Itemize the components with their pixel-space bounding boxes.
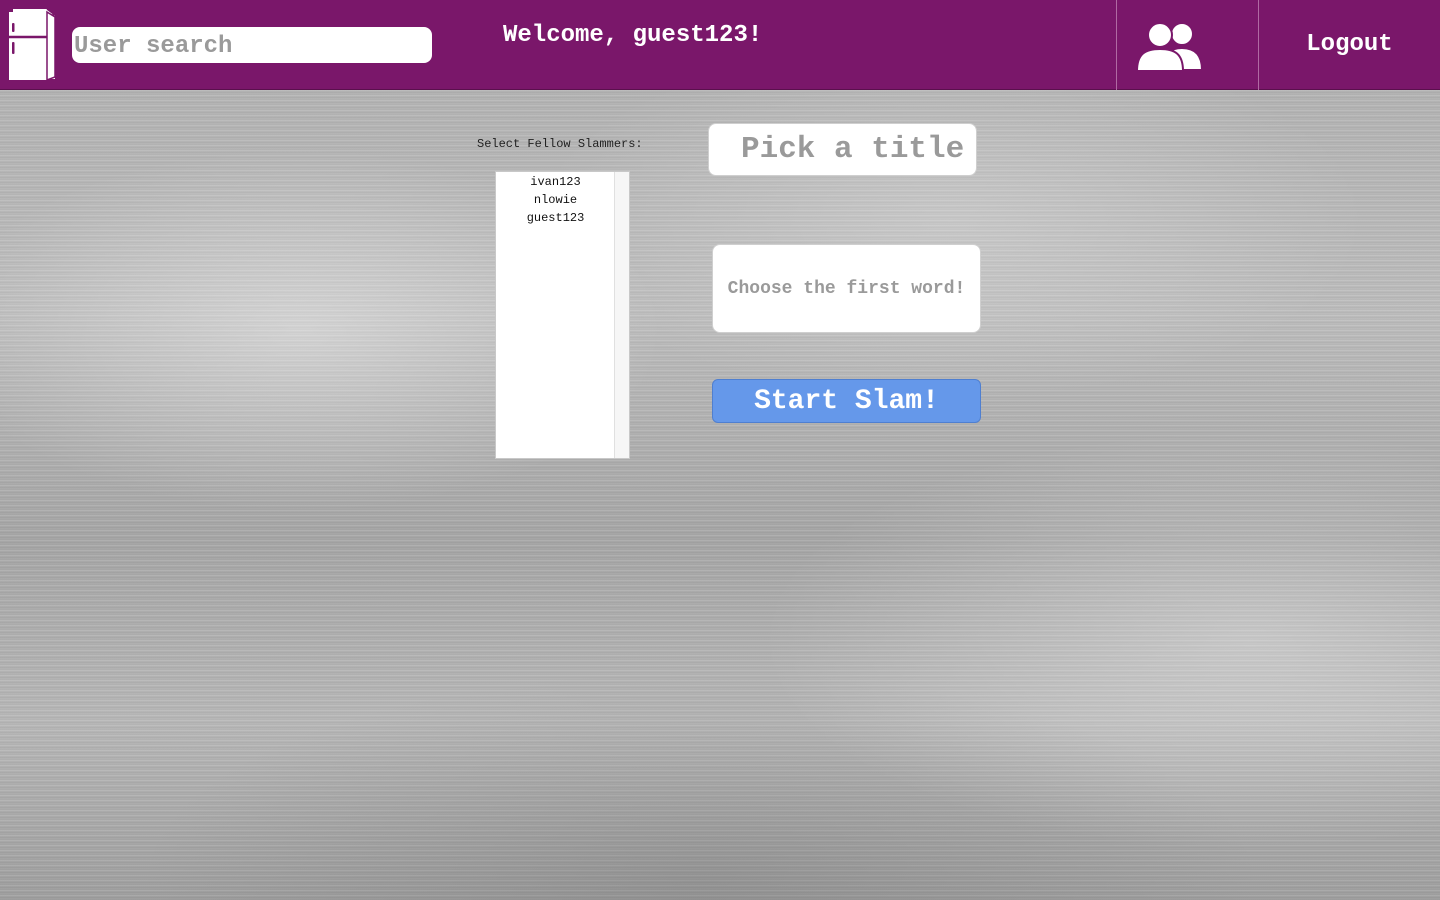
user-search-input[interactable] xyxy=(72,27,432,63)
scrollbar[interactable] xyxy=(614,172,629,458)
list-item[interactable]: guest123 xyxy=(496,209,615,227)
top-navigation-bar: Welcome, guest123! Logout xyxy=(0,0,1440,90)
title-input[interactable] xyxy=(708,123,977,176)
slammers-select-list[interactable]: ivan123 nlowie guest123 xyxy=(495,171,630,459)
welcome-message: Welcome, guest123! xyxy=(503,22,763,49)
first-word-input[interactable] xyxy=(712,244,981,333)
users-icon xyxy=(1136,22,1204,72)
list-item[interactable]: ivan123 xyxy=(496,173,615,191)
start-slam-button[interactable]: Start Slam! xyxy=(712,379,981,423)
list-item[interactable]: nlowie xyxy=(496,191,615,209)
logout-button[interactable]: Logout xyxy=(1259,0,1440,90)
select-slammers-label: Select Fellow Slammers: xyxy=(477,137,643,151)
friends-nav-button[interactable] xyxy=(1116,0,1259,90)
refrigerator-icon[interactable] xyxy=(7,7,57,83)
